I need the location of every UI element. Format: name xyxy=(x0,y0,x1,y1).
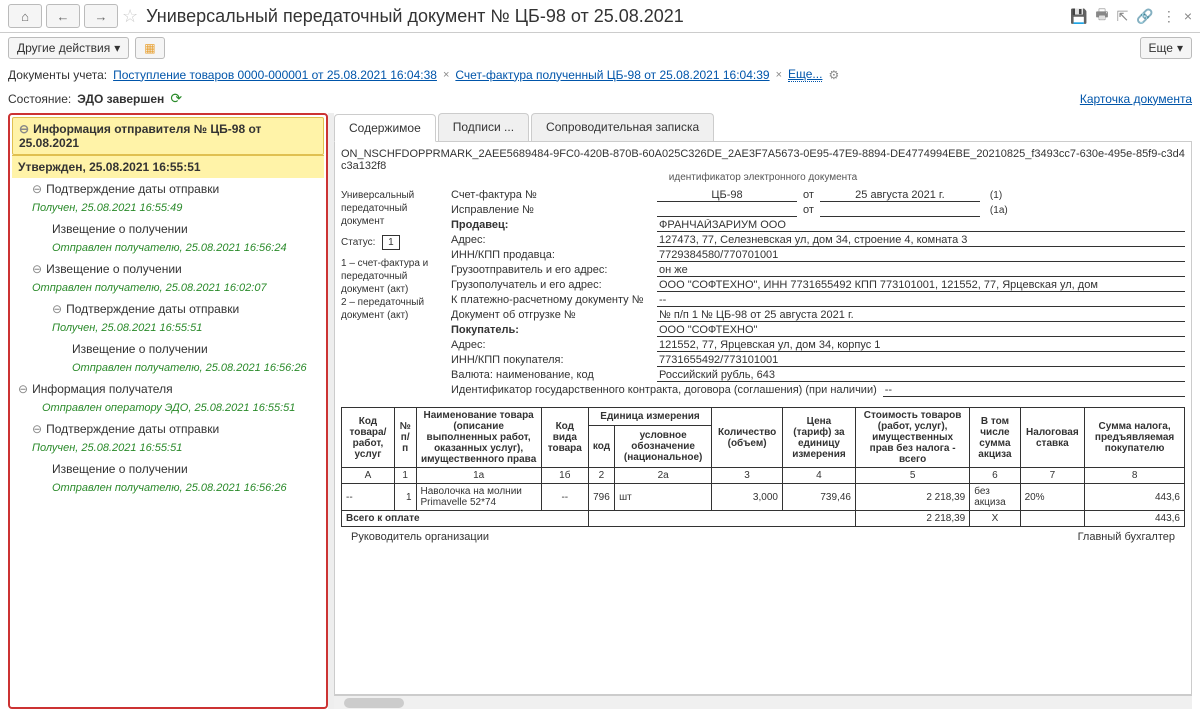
tree-item[interactable]: ⊖Подтверждение даты отправки xyxy=(12,418,324,440)
close-icon[interactable]: × xyxy=(1184,8,1192,24)
close-link-1[interactable]: × xyxy=(443,69,449,81)
tree-item[interactable]: ⊖Извещение о получении xyxy=(12,258,324,280)
tree-item[interactable]: Извещение о получении xyxy=(12,218,324,240)
tree-item[interactable]: Извещение о получении xyxy=(12,338,324,360)
refresh-icon[interactable]: ⟳ xyxy=(170,90,182,107)
tree-status: Отправлен получателю, 25.08.2021 16:02:0… xyxy=(12,280,324,298)
more-docs-link[interactable]: Еще... xyxy=(788,67,822,82)
chevron-down-icon: ▾ xyxy=(1177,41,1183,55)
status-box: 1 xyxy=(382,235,400,250)
footer-left: Руководитель организации xyxy=(351,531,489,543)
chart-icon: ▦ xyxy=(144,41,155,55)
footer-right: Главный бухгалтер xyxy=(1078,531,1175,543)
tree-item[interactable]: ⊖Информация отправителя № ЦБ-98 от 25.08… xyxy=(12,117,324,155)
tree-item[interactable]: Извещение о получении xyxy=(12,458,324,480)
other-actions-button[interactable]: Другие действия ▾ xyxy=(8,37,129,59)
document-card-link[interactable]: Карточка документа xyxy=(1080,92,1192,106)
more-icon[interactable]: ⋮ xyxy=(1162,8,1176,25)
arrow-left-icon: ← xyxy=(55,8,71,24)
tree-expand-icon[interactable]: ⊖ xyxy=(19,122,29,136)
tree-expand-icon[interactable]: ⊖ xyxy=(52,302,62,316)
tree-expand-icon[interactable]: ⊖ xyxy=(18,382,28,396)
document-content: ON_NSCHFDOPPRMARK_2AEE5689484-9FC0-420B-… xyxy=(334,142,1192,695)
tree-status: Получен, 25.08.2021 16:55:51 xyxy=(12,440,324,458)
upd-label: Универсальный передаточный документ xyxy=(341,189,441,228)
tab-signatures[interactable]: Подписи ... xyxy=(438,113,529,141)
doc-identifier: ON_NSCHFDOPPRMARK_2AEE5689484-9FC0-420B-… xyxy=(341,148,1185,172)
link-icon[interactable]: 🔗 xyxy=(1136,8,1153,25)
print-icon[interactable]: 🖶 xyxy=(1095,4,1108,28)
accounting-docs-label: Документы учета: xyxy=(8,68,107,82)
receipt-link[interactable]: Поступление товаров 0000-000001 от 25.08… xyxy=(113,68,437,82)
tree-item[interactable]: ⊖Подтверждение даты отправки xyxy=(12,178,324,200)
tree-status: Получен, 25.08.2021 16:55:51 xyxy=(12,320,324,338)
tree-status: Отправлен оператору ЭДО, 25.08.2021 16:5… xyxy=(12,400,324,418)
invoice-link[interactable]: Счет-фактура полученный ЦБ-98 от 25.08.2… xyxy=(455,68,769,82)
more-button[interactable]: Еще ▾ xyxy=(1140,37,1192,59)
home-icon: ⌂ xyxy=(17,8,33,24)
tree-expand-icon[interactable]: ⊖ xyxy=(32,262,42,276)
chevron-down-icon: ▾ xyxy=(114,41,120,55)
tree-item[interactable]: ⊖Подтверждение даты отправки xyxy=(12,298,324,320)
forward-button[interactable]: → xyxy=(84,4,118,28)
chart-button[interactable]: ▦ xyxy=(135,37,164,59)
table-row: -- 1 Наволочка на молнии Primavelle 52*7… xyxy=(342,484,1185,511)
tab-note[interactable]: Сопроводительная записка xyxy=(531,113,714,141)
tree-status: Получен, 25.08.2021 16:55:49 xyxy=(12,200,324,218)
tree-panel: ⊖Информация отправителя № ЦБ-98 от 25.08… xyxy=(8,113,328,709)
edo-status: ЭДО завершен xyxy=(77,92,164,106)
back-button[interactable]: ← xyxy=(46,4,80,28)
tab-content[interactable]: Содержимое xyxy=(334,114,436,142)
tree-expand-icon[interactable]: ⊖ xyxy=(32,422,42,436)
home-button[interactable]: ⌂ xyxy=(8,4,42,28)
close-link-2[interactable]: × xyxy=(776,69,782,81)
tree-expand-icon[interactable]: ⊖ xyxy=(32,182,42,196)
page-title: Универсальный передаточный документ № ЦБ… xyxy=(142,6,1066,27)
state-label: Состояние: xyxy=(8,92,71,106)
tree-item[interactable]: ⊖Информация получателя xyxy=(12,378,324,400)
gear-icon[interactable]: ⚙ xyxy=(828,68,839,82)
tree-status: Отправлен получателю, 25.08.2021 16:56:2… xyxy=(12,360,324,378)
tree-status: Отправлен получателю, 25.08.2021 16:56:2… xyxy=(12,480,324,498)
tree-item[interactable]: Утвержден, 25.08.2021 16:55:51 xyxy=(12,155,324,178)
export-icon[interactable]: ⇱ xyxy=(1117,8,1129,25)
doc-id-label: идентификатор электронного документа xyxy=(341,172,1185,183)
favorite-star-icon[interactable]: ☆ xyxy=(122,6,138,27)
tree-status: Отправлен получателю, 25.08.2021 16:56:2… xyxy=(12,240,324,258)
arrow-right-icon: → xyxy=(93,8,109,24)
items-table: Код товара/ работ, услуг № п/п Наименова… xyxy=(341,407,1185,527)
save-icon[interactable]: 💾 xyxy=(1070,8,1087,25)
horizontal-scrollbar[interactable] xyxy=(334,695,1192,709)
